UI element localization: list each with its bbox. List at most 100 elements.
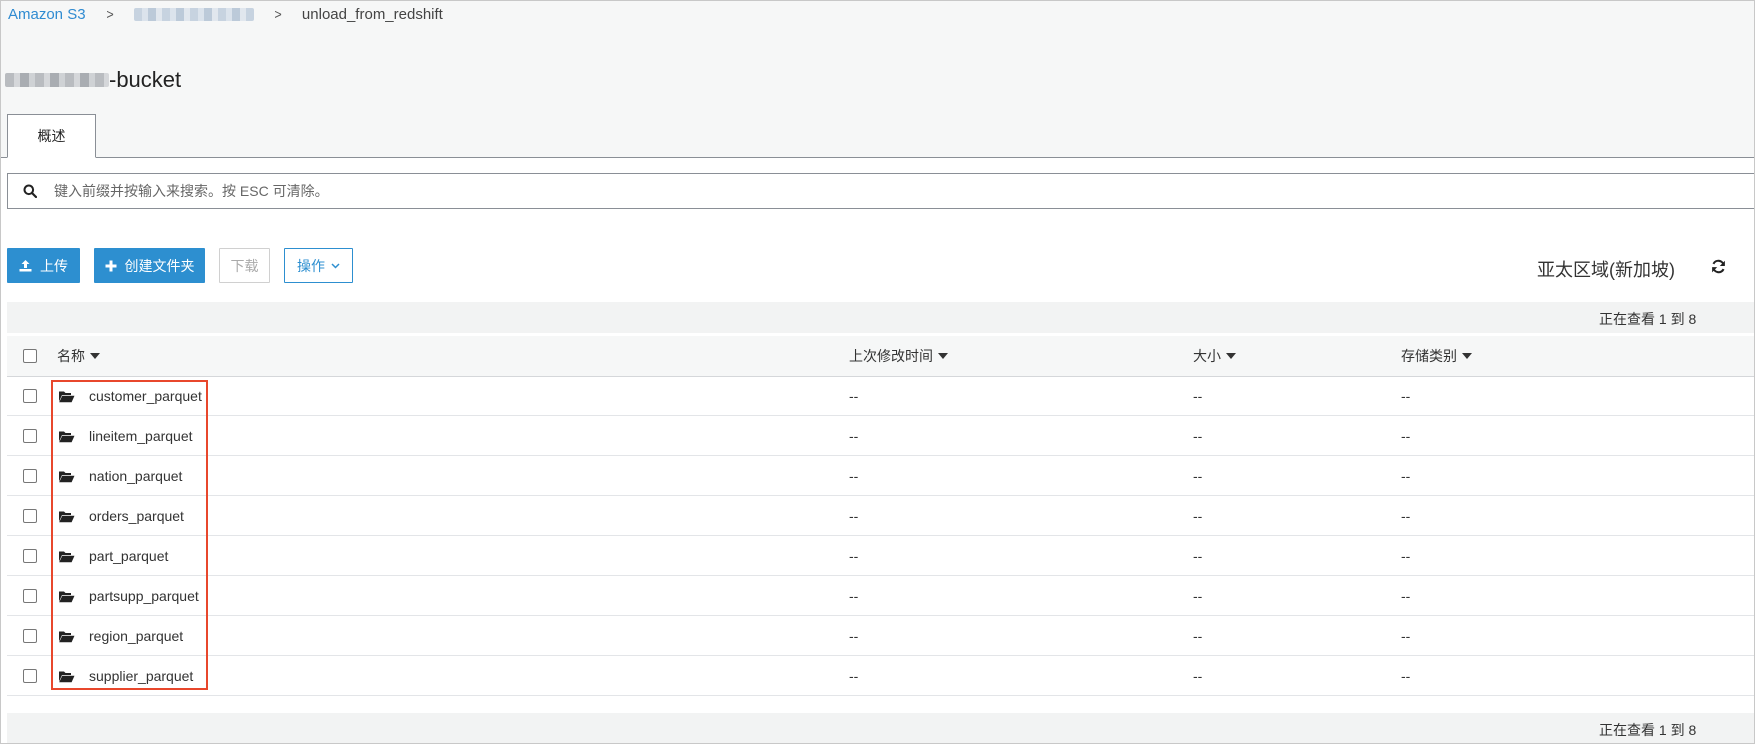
download-button[interactable]: 下载 (219, 248, 270, 283)
folder-open-icon (58, 590, 75, 603)
actions-button-label: 操作 (297, 257, 325, 274)
folder-open-icon (58, 390, 75, 403)
size-cell: -- (1193, 628, 1203, 644)
size-cell: -- (1193, 508, 1203, 524)
column-header-storage-class-label: 存储类别 (1401, 348, 1457, 364)
folder-open-icon (58, 550, 75, 563)
last-modified-cell: -- (849, 508, 859, 524)
column-header-last-modified-label: 上次修改时间 (849, 348, 933, 364)
column-header-last-modified[interactable]: 上次修改时间 (849, 336, 948, 376)
row-checkbox[interactable] (23, 669, 37, 683)
table-row[interactable]: region_parquet -- -- -- (7, 616, 1754, 656)
column-header-size-label: 大小 (1193, 348, 1221, 364)
last-modified-cell: -- (849, 588, 859, 604)
size-cell: -- (1193, 428, 1203, 444)
size-cell: -- (1193, 588, 1203, 604)
folder-open-icon (58, 630, 75, 643)
folder-open-icon (58, 470, 75, 483)
folder-name: lineitem_parquet (89, 428, 193, 444)
sort-caret-icon (90, 353, 100, 359)
row-checkbox[interactable] (23, 629, 37, 643)
upload-button[interactable]: 上传 (7, 248, 80, 283)
header-zone: Amazon S3 > > unload_from_redshift -buck… (1, 1, 1754, 158)
table-row[interactable]: nation_parquet -- -- -- (7, 456, 1754, 496)
storage-class-cell: -- (1401, 468, 1411, 484)
pager-text-top: 正在查看 1 到 8 (1599, 311, 1697, 327)
folder-name: supplier_parquet (89, 668, 194, 684)
refresh-icon[interactable] (1711, 259, 1726, 279)
folder-link[interactable]: supplier_parquet (58, 656, 193, 696)
breadcrumb-current: unload_from_redshift (301, 5, 443, 23)
pager-bar-top: 正在查看 1 到 8 (7, 302, 1754, 333)
folder-name: nation_parquet (89, 468, 183, 484)
column-header-storage-class[interactable]: 存储类别 (1401, 336, 1472, 376)
table-row[interactable]: supplier_parquet -- -- -- (7, 656, 1754, 696)
column-header-size[interactable]: 大小 (1193, 336, 1236, 376)
folder-name: region_parquet (89, 628, 184, 644)
folder-link[interactable]: partsupp_parquet (58, 576, 199, 616)
pager-bar-bottom: 正在查看 1 到 8 (7, 713, 1754, 743)
bucket-name-redacted (5, 73, 109, 87)
create-folder-button[interactable]: 创建文件夹 (94, 248, 205, 283)
row-checkbox[interactable] (23, 549, 37, 563)
folder-open-icon (58, 430, 75, 443)
breadcrumb: Amazon S3 > > unload_from_redshift (8, 4, 443, 24)
s3-console-page: Amazon S3 > > unload_from_redshift -buck… (0, 0, 1755, 744)
folder-name: customer_parquet (89, 388, 202, 404)
folder-link[interactable]: lineitem_parquet (58, 416, 193, 456)
column-header-name-label: 名称 (57, 348, 85, 364)
row-checkbox[interactable] (23, 429, 37, 443)
search-input[interactable] (52, 175, 1754, 207)
table-row[interactable]: lineitem_parquet -- -- -- (7, 416, 1754, 456)
breadcrumb-bucket-link-redacted[interactable] (133, 7, 254, 21)
last-modified-cell: -- (849, 428, 859, 444)
table-header: 名称 上次修改时间 大小 存储类别 (7, 336, 1754, 377)
table-row[interactable]: part_parquet -- -- -- (7, 536, 1754, 576)
storage-class-cell: -- (1401, 588, 1411, 604)
row-checkbox[interactable] (23, 389, 37, 403)
folder-open-icon (58, 510, 75, 523)
table-row[interactable]: orders_parquet -- -- -- (7, 496, 1754, 536)
folder-open-icon (58, 670, 75, 683)
chevron-down-icon (331, 262, 340, 269)
size-cell: -- (1193, 668, 1203, 684)
size-cell: -- (1193, 548, 1203, 564)
breadcrumb-root-link[interactable]: Amazon S3 (8, 6, 86, 23)
select-all-checkbox[interactable] (23, 349, 37, 363)
row-checkbox[interactable] (23, 509, 37, 523)
plus-icon (105, 260, 117, 272)
row-checkbox[interactable] (23, 589, 37, 603)
folder-link[interactable]: nation_parquet (58, 456, 182, 496)
row-checkbox[interactable] (23, 469, 37, 483)
folder-link[interactable]: orders_parquet (58, 496, 184, 536)
last-modified-cell: -- (849, 628, 859, 644)
storage-class-cell: -- (1401, 668, 1411, 684)
folder-link[interactable]: part_parquet (58, 536, 168, 576)
table-row[interactable]: customer_parquet -- -- -- (7, 376, 1754, 416)
folder-name: part_parquet (89, 548, 169, 564)
storage-class-cell: -- (1401, 428, 1411, 444)
search-icon (8, 184, 52, 198)
upload-button-label: 上传 (40, 257, 68, 274)
column-header-name[interactable]: 名称 (57, 336, 100, 376)
pager-text-bottom: 正在查看 1 到 8 (1599, 722, 1697, 738)
size-cell: -- (1193, 388, 1203, 404)
bucket-name-suffix: -bucket (109, 67, 182, 92)
last-modified-cell: -- (849, 668, 859, 684)
sort-caret-icon (938, 353, 948, 359)
storage-class-cell: -- (1401, 508, 1411, 524)
sort-caret-icon (1462, 353, 1472, 359)
last-modified-cell: -- (849, 548, 859, 564)
storage-class-cell: -- (1401, 388, 1411, 404)
breadcrumb-separator: > (274, 6, 282, 22)
tab-overview[interactable]: 概述 (7, 114, 96, 158)
upload-icon (19, 259, 32, 272)
folder-link[interactable]: customer_parquet (58, 376, 202, 416)
search-bar (7, 173, 1754, 209)
folder-link[interactable]: region_parquet (58, 616, 183, 656)
create-folder-button-label: 创建文件夹 (124, 257, 195, 274)
page-title: -bucket (5, 65, 181, 95)
table-row[interactable]: partsupp_parquet -- -- -- (7, 576, 1754, 616)
last-modified-cell: -- (849, 388, 859, 404)
actions-dropdown-button[interactable]: 操作 (284, 248, 353, 283)
